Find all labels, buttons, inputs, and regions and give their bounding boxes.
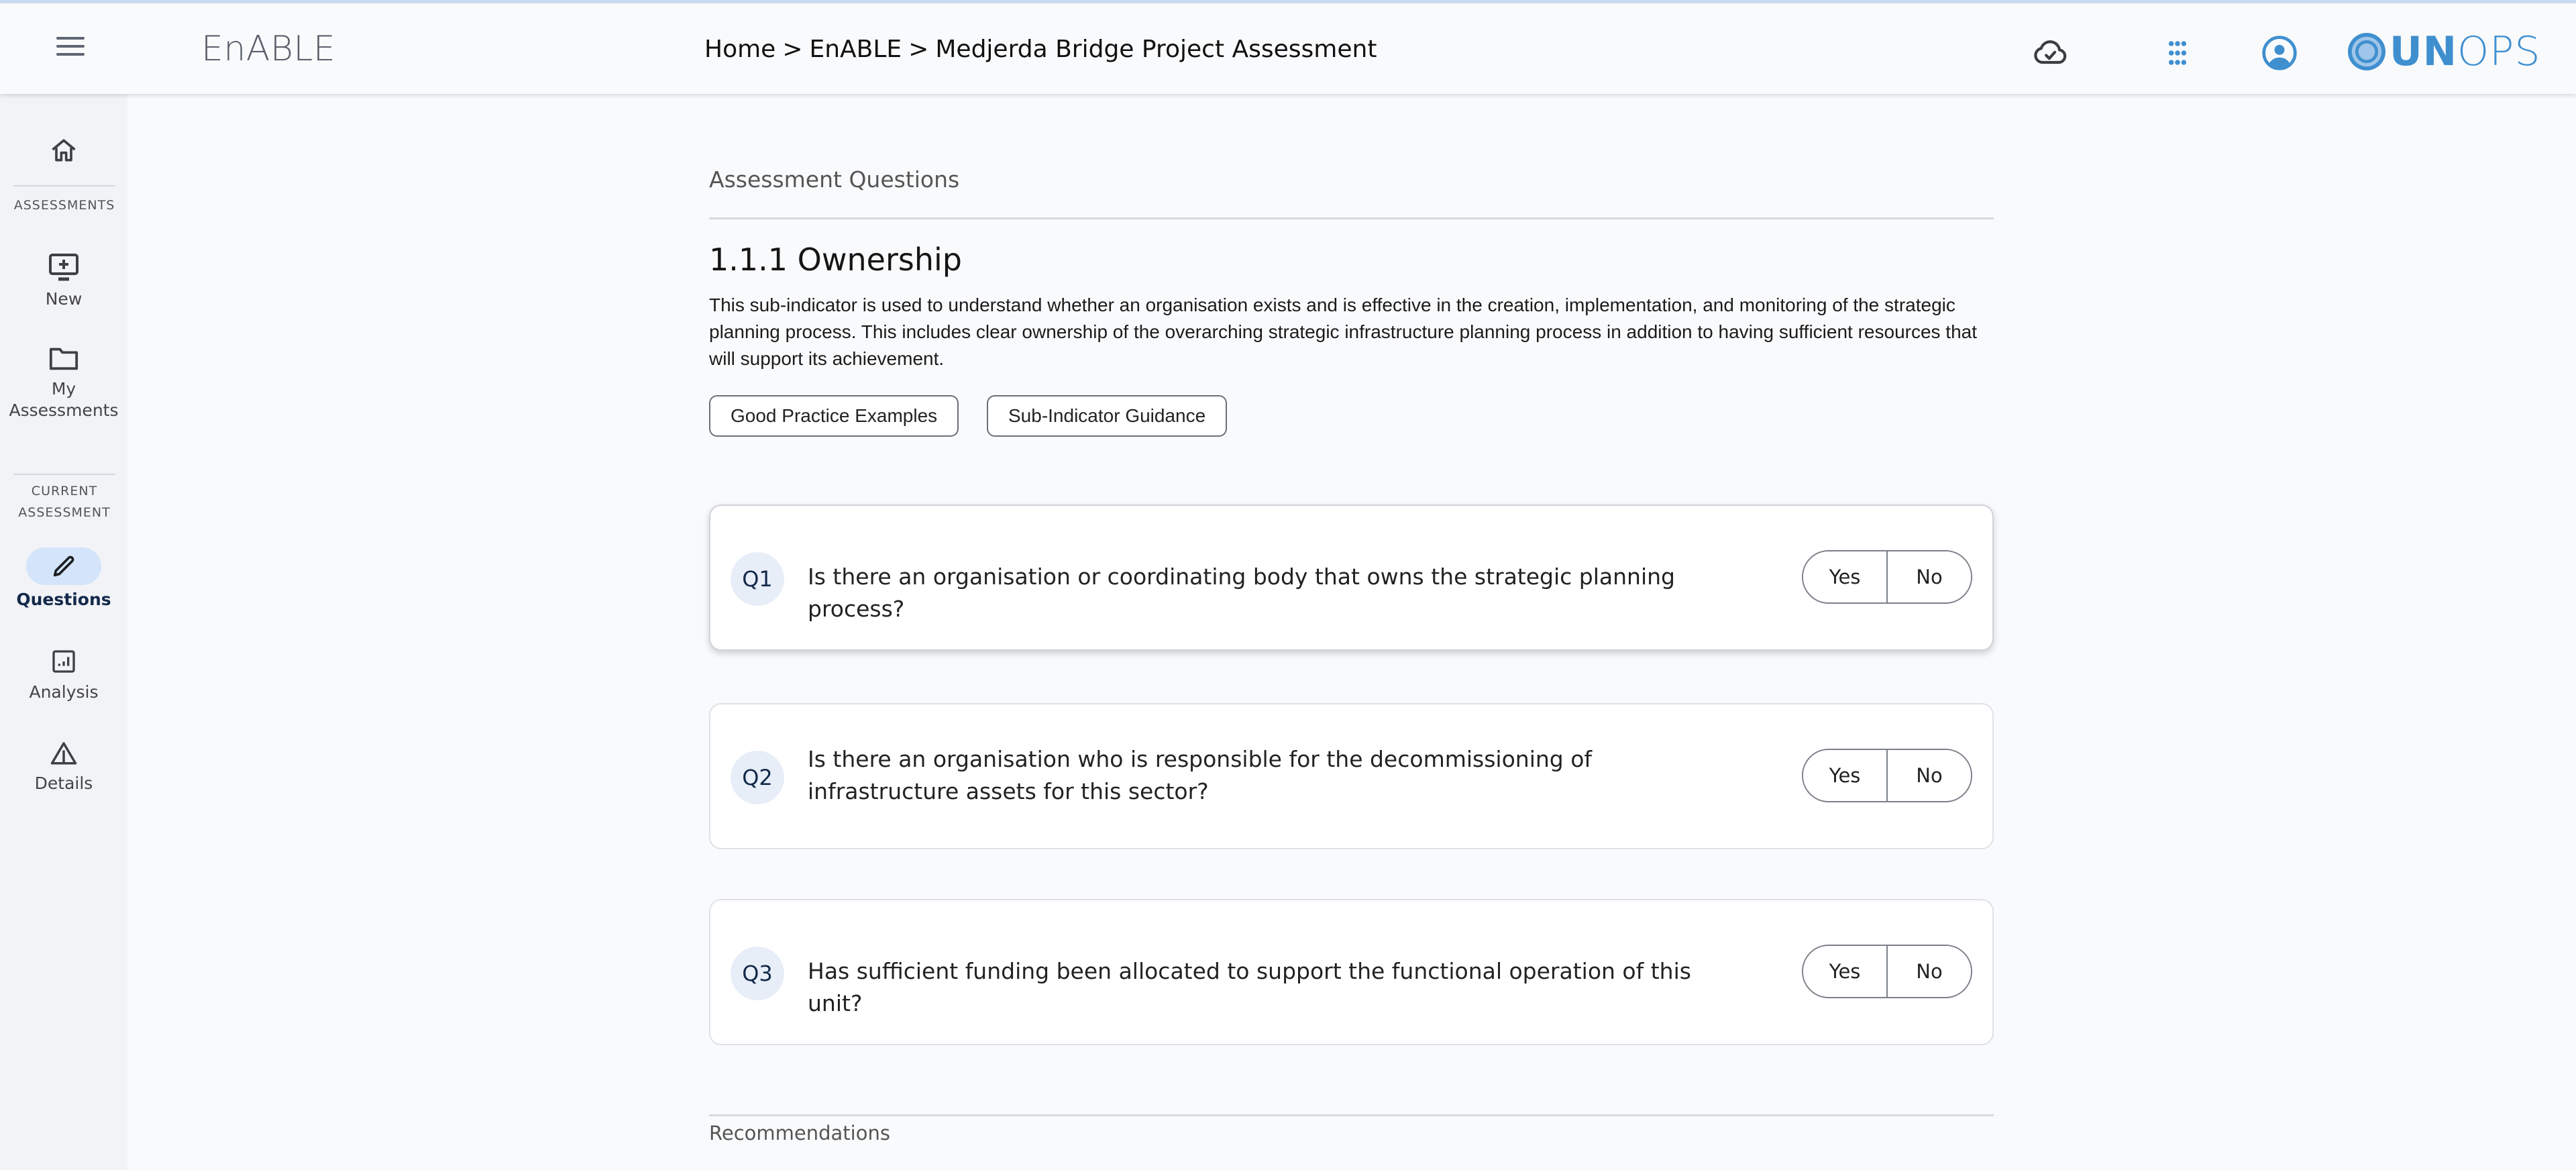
sub-indicator-title: 1.1.1 Ownership	[709, 242, 962, 278]
hamburger-menu-icon[interactable]	[56, 37, 85, 60]
breadcrumb-separator: >	[782, 36, 803, 63]
breadcrumb-current: Medjerda Bridge Project Assessment	[935, 36, 1377, 63]
un-emblem-icon	[2348, 33, 2385, 70]
yes-button[interactable]: Yes	[1803, 551, 1886, 602]
sidebar-section-assessments: ASSESSMENTS	[13, 198, 115, 213]
recommendations-divider	[709, 1114, 1994, 1116]
section-divider	[709, 217, 1994, 219]
sidebar-item-label: Questions	[16, 590, 111, 609]
question-card: Q3 Has sufficient funding been allocated…	[709, 899, 1994, 1045]
active-indicator	[26, 547, 101, 585]
sidebar-item-home[interactable]	[0, 136, 127, 165]
question-card: Q2 Is there an organisation who is respo…	[709, 703, 1994, 849]
section-label: Assessment Questions	[709, 166, 960, 193]
breadcrumb: Home > EnABLE > Medjerda Bridge Project Asse…	[704, 36, 1377, 63]
good-practice-examples-button[interactable]: Good Practice Examples	[709, 395, 959, 437]
unops-wordmark: UNOPS	[2390, 28, 2541, 75]
breadcrumb-enable[interactable]: EnABLE	[809, 36, 902, 63]
sidebar-item-new[interactable]: New	[0, 252, 127, 310]
sidebar-item-details[interactable]: Details	[0, 739, 127, 794]
sidebar-item-analysis[interactable]: Analysis	[0, 648, 127, 703]
breadcrumb-home[interactable]: Home	[704, 36, 775, 63]
cloud-check-icon[interactable]	[2031, 34, 2069, 72]
monitor-plus-icon	[49, 254, 78, 281]
sidebar-item-label: Details	[34, 774, 93, 793]
sidebar-item-questions[interactable]: Questions	[0, 547, 127, 610]
no-button[interactable]: No	[1886, 946, 1971, 997]
pencil-icon	[53, 555, 74, 577]
question-card: Q1 Is there an organisation or coordinat…	[709, 504, 1994, 651]
sub-indicator-description: This sub-indicator is used to understand…	[709, 295, 1978, 369]
yes-button[interactable]: Yes	[1803, 946, 1886, 997]
question-text: Is there an organisation or coordinating…	[808, 564, 1675, 622]
sidebar-item-label: Analysis	[29, 682, 99, 702]
question-text: Is there an organisation who is responsi…	[808, 746, 1593, 804]
sidebar-section-current-assessment: CURRENT ASSESSMENT	[18, 484, 111, 520]
no-button[interactable]: No	[1886, 750, 1971, 801]
chart-box-icon	[52, 650, 75, 673]
home-icon	[52, 139, 76, 162]
question-text: Has sufficient funding been allocated to…	[808, 958, 1691, 1016]
sidebar-divider	[13, 474, 115, 475]
folder-icon	[49, 348, 78, 370]
sub-indicator-guidance-button[interactable]: Sub-Indicator Guidance	[987, 395, 1228, 437]
question-number: Q2	[731, 751, 784, 804]
question-number: Q3	[731, 947, 784, 1000]
question-number: Q1	[731, 552, 784, 606]
yes-no-toggle: Yes No	[1802, 550, 1972, 604]
sidebar-item-my-assessments[interactable]: My Assessments	[0, 345, 127, 421]
top-app-bar: EnABLE Home > EnABLE > Medjerda Bridge Proje…	[0, 0, 2576, 94]
unops-logo[interactable]: UNOPS	[2348, 28, 2540, 75]
sidebar: ASSESSMENTS New My Assessments CURRENT A…	[0, 94, 127, 1170]
yes-button[interactable]: Yes	[1803, 750, 1886, 801]
sidebar-item-label: My Assessments	[9, 379, 119, 420]
breadcrumb-separator: >	[908, 36, 929, 63]
warning-triangle-icon	[50, 742, 77, 765]
yes-no-toggle: Yes No	[1802, 945, 1972, 998]
sidebar-divider	[13, 185, 115, 187]
app-title: EnABLE	[201, 29, 336, 69]
no-button[interactable]: No	[1886, 551, 1971, 602]
apps-grid-icon[interactable]	[2159, 34, 2196, 72]
recommendations-label: Recommendations	[709, 1122, 890, 1145]
sidebar-item-label: New	[45, 289, 83, 309]
account-circle-icon[interactable]	[2261, 34, 2298, 72]
yes-no-toggle: Yes No	[1802, 749, 1972, 802]
